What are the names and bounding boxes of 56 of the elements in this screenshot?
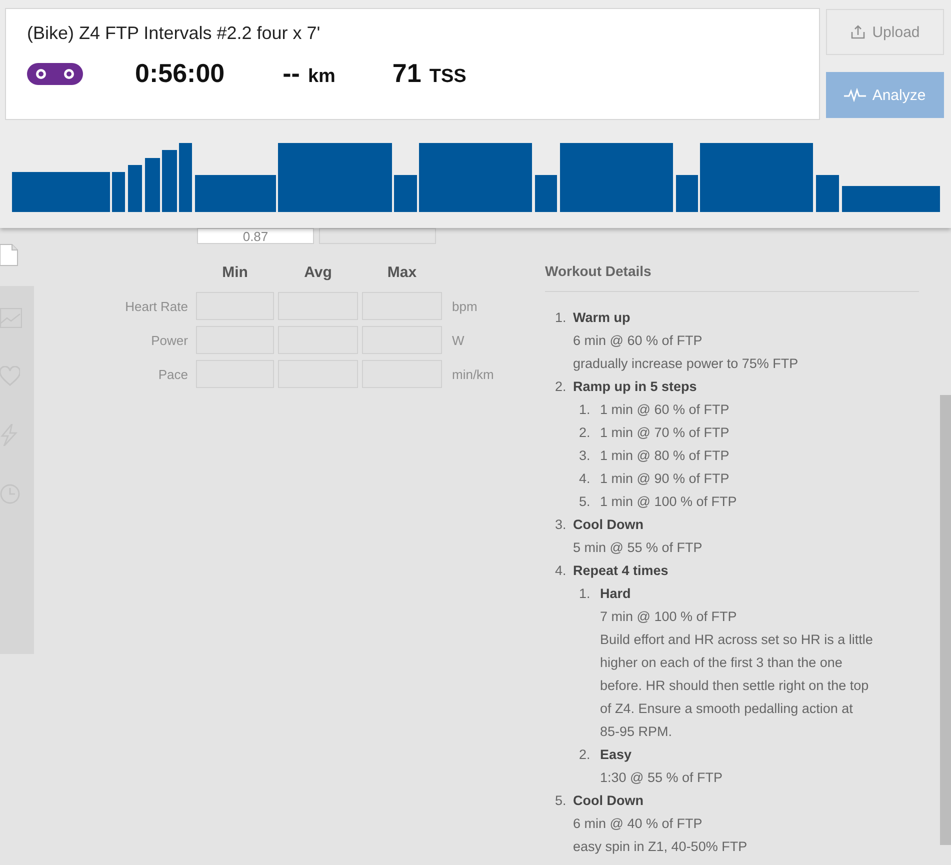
workout-title: (Bike) Z4 FTP Intervals #2.2 four x 7' [27, 23, 320, 44]
row-label: Pace [157, 366, 189, 382]
distance-unit: km [308, 66, 336, 88]
step-title: Cool Down [573, 792, 644, 810]
step-number: 2. [555, 378, 568, 396]
step-number: 5. [555, 792, 568, 810]
step-description: Build effort and HR across set so HR is a little higher on each of the first 3 than the one before. HR should then settle right on the top of Z4. Ensure a smooth pedalling action at 85-95 RPM. [600, 631, 874, 741]
upload-icon [850, 24, 866, 40]
step-number: 4. [555, 562, 568, 580]
step-description: 1 min @ 100 % of FTP [600, 493, 738, 511]
bike-chain-icon [27, 62, 83, 84]
step-title: Cool Down [573, 516, 644, 534]
step-description: 1 min @ 60 % of FTP [600, 401, 730, 419]
tss-unit: TSS [429, 66, 466, 88]
document-icon[interactable] [0, 244, 18, 266]
step-number: 4. [579, 470, 592, 488]
tss-value: 71 [392, 58, 422, 89]
step-description: 6 min @ 60 % of FTP [573, 332, 704, 350]
step-description: gradually increase power to 75% FTP [573, 355, 800, 373]
unit-label: min/km [451, 366, 495, 382]
input-field[interactable] [319, 228, 436, 244]
step-title: Repeat 4 times [573, 562, 670, 580]
step-description: 7 min @ 100 % of FTP [600, 608, 738, 626]
distance-value: -- [282, 58, 300, 89]
step-number: 2. [579, 746, 592, 764]
step-title: Hard [600, 585, 632, 603]
step-title: Easy [600, 746, 633, 764]
step-description: 1 min @ 70 % of FTP [600, 424, 730, 442]
step-number: 3. [579, 447, 592, 465]
column-header: Avg [303, 264, 333, 283]
row-label: Heart Rate [124, 298, 189, 314]
step-number: 5. [579, 493, 592, 511]
scrollbar-thumb[interactable] [940, 395, 951, 845]
step-number: 1. [579, 401, 592, 419]
step-description: easy spin in Z1, 40-50% FTP [573, 838, 748, 856]
step-number: 3. [555, 516, 568, 534]
column-header: Min [221, 264, 249, 283]
step-description: 6 min @ 40 % of FTP [573, 815, 704, 833]
unit-label: W [451, 332, 466, 348]
column-header: Max [386, 264, 418, 283]
step-description: 1 min @ 80 % of FTP [600, 447, 730, 465]
step-description: 1:30 @ 55 % of FTP [600, 769, 724, 787]
duration-value: 0:56:00 [135, 58, 225, 89]
step-description: 5 min @ 55 % of FTP [573, 539, 704, 557]
input-field[interactable]: 0.87 [197, 228, 314, 244]
pulse-icon [844, 88, 866, 102]
unit-label: bpm [451, 298, 478, 314]
row-label: Power [150, 332, 189, 348]
analyze-button[interactable]: Analyze [826, 72, 944, 118]
step-title: Warm up [573, 309, 632, 327]
step-description: 1 min @ 90 % of FTP [600, 470, 730, 488]
step-number: 1. [555, 309, 568, 327]
section-title: Workout Details [545, 260, 919, 292]
step-number: 2. [579, 424, 592, 442]
step-title: Ramp up in 5 steps [573, 378, 698, 396]
step-number: 1. [579, 585, 592, 603]
